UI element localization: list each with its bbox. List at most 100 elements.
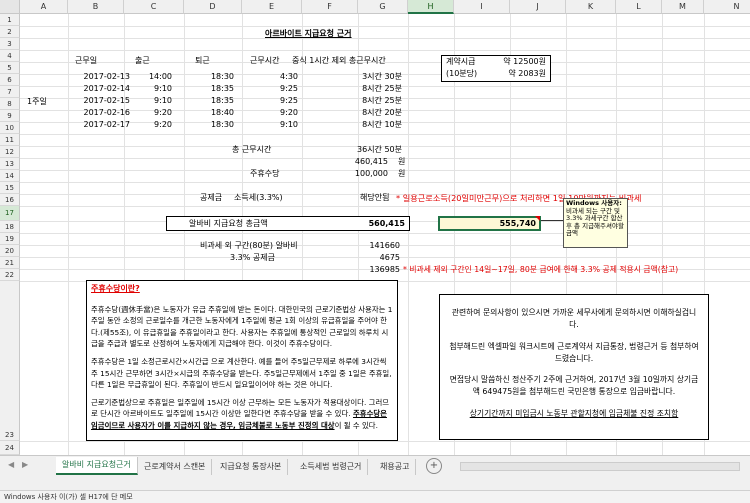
column-header-a[interactable]: A [20,0,68,14]
column-header-e[interactable]: E [242,0,302,14]
add-sheet-button[interactable]: + [426,458,442,474]
weekly-allowance-value: 100,000 [354,169,388,178]
row-header-11[interactable]: 11 [0,134,20,146]
grid-hline [20,441,750,442]
entry-in: 9:10 [154,84,172,93]
explainer-p2: 주휴수당은 1일 소정근로시간×시간급 으로 계산한다. 예를 들어 주5일근무… [91,356,392,390]
row-header-14[interactable]: 14 [0,170,20,182]
entry-net: 8시간 10분 [362,120,402,129]
entry-out: 18:30 [210,120,234,129]
column-header-j[interactable]: J [510,0,566,14]
entry-out: 18:40 [210,108,234,117]
column-header-k[interactable]: K [566,0,616,14]
total-pay: 460,415 [354,157,388,166]
entry-hours: 9:25 [280,84,298,93]
entry-out: 18:35 [210,96,234,105]
row-header-21[interactable]: 21 [0,257,20,269]
entry-hours: 9:20 [280,108,298,117]
grid-hline [20,50,750,51]
wage-value-2: 약 2083원 [508,69,546,78]
row21-value: 136985 [369,265,400,274]
payment-request-notice[interactable]: 관련하여 문의사항이 있으시면 가까운 세무사에게 문의하시면 이해하실겁니다.… [439,294,709,440]
sheet-tab-1[interactable]: 알바비 지급요청근거 [56,457,138,475]
explainer-p3: 근로기준법상으로 주휴일은 일주일에 15시간 이상 근무하는 모든 노동자가 … [91,397,390,430]
row-header-10[interactable]: 10 [0,122,20,134]
wage-value-1: 약 12500원 [503,57,546,66]
tab-scroll-left-icon[interactable]: ◀ [8,460,14,469]
row-header-18[interactable]: 18 [0,221,20,233]
entry-net: 8시간 25분 [362,96,402,105]
entry-date: 2017-02-16 [83,108,131,117]
deduct33-label: 3.3% 공제금 [230,253,275,262]
header-in: 출근 [135,56,150,65]
entry-net: 8시간 20분 [362,108,402,117]
selected-cell-H17[interactable]: 555,740 [438,216,541,231]
column-header-l[interactable]: L [616,0,662,14]
row-header-9[interactable]: 9 [0,110,20,122]
column-header-c[interactable]: C [124,0,184,14]
column-header-b[interactable]: B [68,0,124,14]
row-header-16[interactable]: 16 [0,194,20,206]
row-header-20[interactable]: 20 [0,245,20,257]
grid-hline [20,38,750,39]
row-header-23[interactable]: 23 [0,281,20,441]
wage-box: 계약시급 (10분당) 약 12500원 약 2083원 [441,55,551,82]
row-header-3[interactable]: 3 [0,38,20,50]
wage-label-1: 계약시급 [446,57,476,66]
row-header-12[interactable]: 12 [0,146,20,158]
sheet-title: 아르바이트 지급요청 근거 [265,29,352,38]
nontax-label: 비과세 외 구간(80분) 알바비 [200,241,298,250]
week-label: 1주일 [27,97,47,106]
row-header-8[interactable]: 8 [0,98,20,110]
worksheet-grid[interactable]: 아르바이트 지급요청 근거 근무일 출근 퇴근 근무시간 중식 1시간 제외 총… [20,14,750,455]
grid-hline [20,233,750,234]
row-header-6[interactable]: 6 [0,74,20,86]
row-header-1[interactable]: 1 [0,14,20,26]
row-header-17[interactable]: 17 [0,206,20,221]
header-date: 근무일 [75,56,98,65]
comment-arrow [541,220,563,221]
sheet-tab-4[interactable]: 소득세법 법령근거 [294,459,369,475]
row-header-15[interactable]: 15 [0,182,20,194]
column-header-m[interactable]: M [662,0,704,14]
request-label: 알바비 지급요청 총금액 [189,219,268,228]
entry-hours: 9:10 [280,120,298,129]
row-header-19[interactable]: 19 [0,233,20,245]
column-header-d[interactable]: D [184,0,242,14]
notice-p4: 상기기간까지 미입금시 노동부 관할지청에 임금체불 진정 조치함 [469,408,679,418]
alt-value: 555,740 [499,219,536,228]
header-net: 중식 1시간 제외 총근무시간 [292,56,386,65]
row-header-2[interactable]: 2 [0,26,20,38]
select-all-corner[interactable] [0,0,20,14]
notice-p2: 첨부해드린 엑셀파일 워크시트에 근로계약서 지급통장, 법령근거 등 첨부하여… [449,341,699,363]
entry-in: 9:20 [154,108,172,117]
entry-out: 18:30 [210,72,234,81]
sheet-tab-3[interactable]: 지급요청 통장사본 [214,459,289,475]
deduction-label: 공제금 [200,193,223,202]
horizontal-scrollbar[interactable] [460,462,740,471]
weekly-allowance-explainer[interactable]: 주휴수당이란? 주휴수당(週休手當)은 노동자가 유급 주휴일에 받는 돈이다.… [86,280,398,441]
row-header-4[interactable]: 4 [0,50,20,62]
column-header-i[interactable]: I [454,0,510,14]
entry-out: 18:35 [210,84,234,93]
sheet-tab-5[interactable]: 채용공고 [374,459,417,475]
entry-net: 8시간 25분 [362,84,402,93]
sheet-tab-2[interactable]: 근로계약서 스캔본 [138,459,213,475]
tab-scroll-right-icon[interactable]: ▶ [22,460,28,469]
column-header-n[interactable]: N [704,0,750,14]
wage-label-2: (10분당) [446,69,478,78]
row-header-22[interactable]: 22 [0,269,20,281]
entry-date: 2017-02-14 [83,84,131,93]
row-header-13[interactable]: 13 [0,158,20,170]
row-header-7[interactable]: 7 [0,86,20,98]
entry-in: 9:20 [154,120,172,129]
column-header-h[interactable]: H [408,0,454,14]
column-header-f[interactable]: F [302,0,358,14]
grid-vline [68,14,69,455]
row-header-5[interactable]: 5 [0,62,20,74]
entry-date: 2017-02-15 [83,96,131,105]
not-applicable: 해당안됨 [360,193,390,202]
row-header-24[interactable]: 24 [0,441,20,455]
cell-comment[interactable]: Windows 사용자: 비과세 되는 구간 및 3.3% 과세구간 합산 후 … [563,198,628,248]
column-header-g[interactable]: G [358,0,408,14]
